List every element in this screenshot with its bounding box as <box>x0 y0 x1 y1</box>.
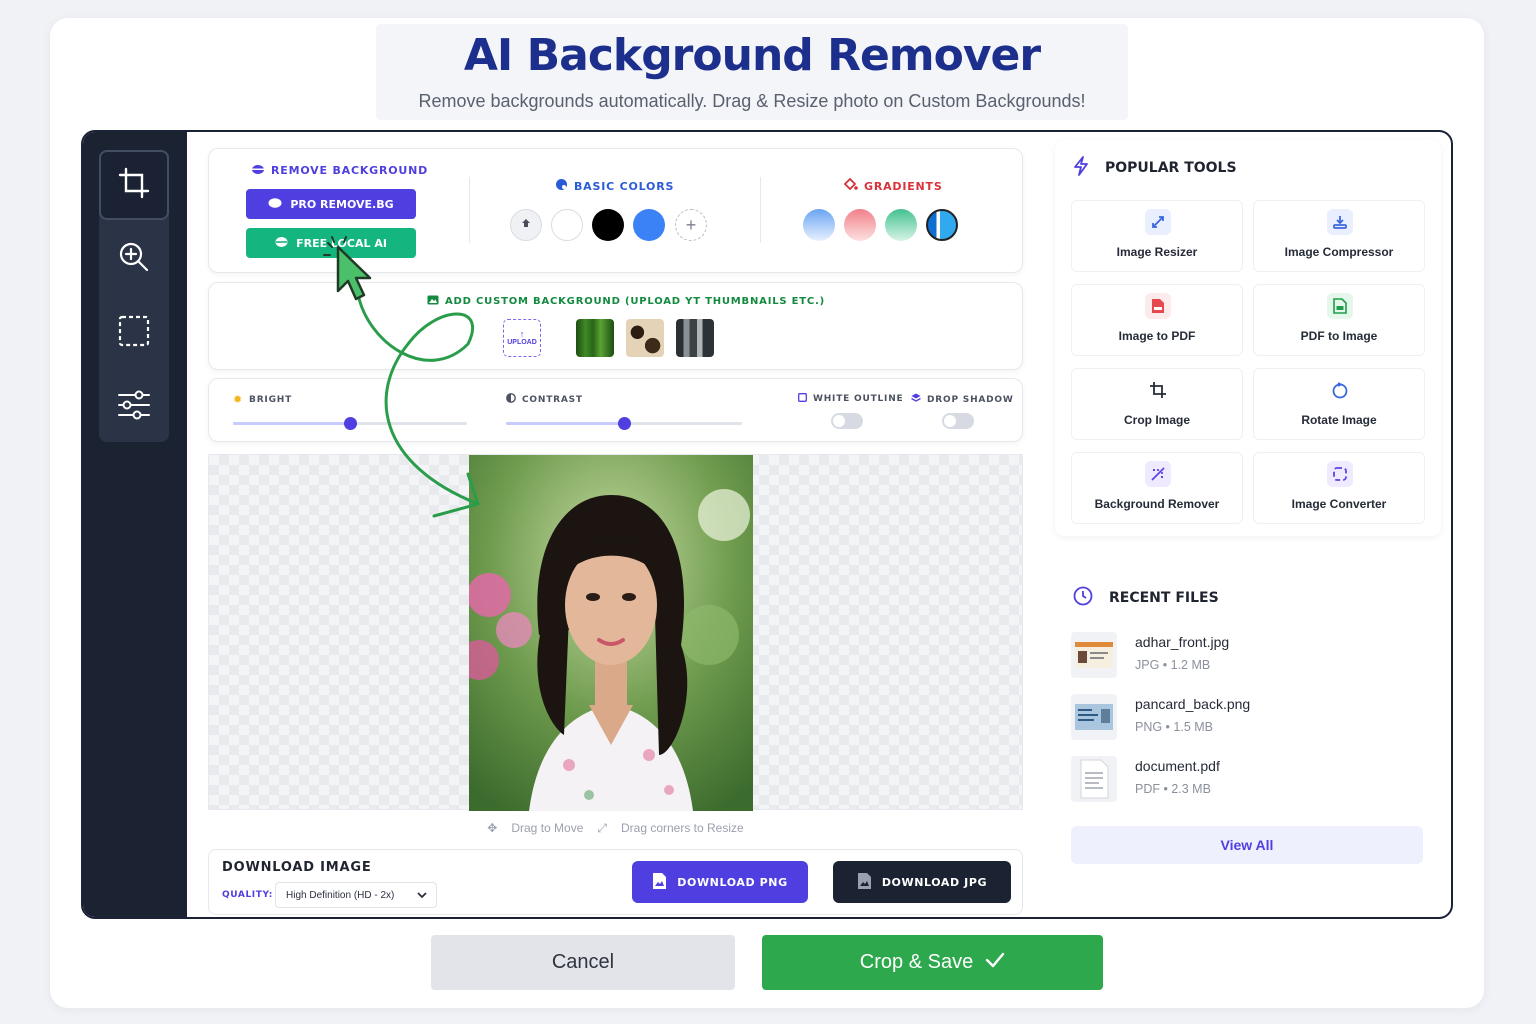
download-panel: DOWNLOAD IMAGE QUALITY: High Definition … <box>208 849 1023 915</box>
compress-icon <box>1327 209 1353 235</box>
magic-wand-icon <box>1145 461 1171 487</box>
crop-tool-button[interactable] <box>99 150 169 220</box>
file-image-icon <box>652 872 667 893</box>
sliders-icon <box>117 389 151 426</box>
swatch-transparent[interactable] <box>510 209 542 241</box>
clock-icon <box>1073 586 1093 610</box>
pro-remove-bg-button[interactable]: PRO REMOVE.BG <box>246 189 416 219</box>
resize-icon: ⤢ <box>597 820 607 835</box>
gradient-split[interactable] <box>926 209 958 241</box>
download-jpg-button[interactable]: DOWNLOAD JPG <box>833 861 1011 903</box>
lightning-icon <box>1073 156 1089 180</box>
swatch-black[interactable] <box>592 209 624 241</box>
adjust-tool-button[interactable] <box>99 372 169 442</box>
drop-shadow-label: DROP SHADOW <box>911 393 1014 406</box>
recent-file-row[interactable]: document.pdf PDF • 2.3 MB <box>1071 756 1431 808</box>
cursor-icon <box>323 236 372 301</box>
view-all-button[interactable]: View All <box>1071 826 1423 864</box>
tool-image-resizer[interactable]: Image Resizer <box>1071 200 1243 272</box>
cloud-icon <box>251 163 265 178</box>
tool-crop-image[interactable]: Crop Image <box>1071 368 1243 440</box>
gradient-red[interactable] <box>844 209 876 241</box>
file-thumbnail <box>1071 632 1117 678</box>
right-sidebar: POPULAR TOOLS Image Resizer Image Compre… <box>1051 132 1451 917</box>
zoom-tool-button[interactable] <box>99 224 169 294</box>
cloud-icon <box>268 197 282 211</box>
add-color-button[interactable]: + <box>675 209 707 241</box>
divider <box>760 177 761 243</box>
zoom-in-icon <box>118 241 150 278</box>
gradient-green[interactable] <box>885 209 917 241</box>
crop-icon <box>1145 377 1171 403</box>
file-image-icon <box>857 872 872 893</box>
quality-label: QUALITY: <box>222 890 274 900</box>
rotate-icon <box>1327 377 1353 403</box>
basic-colors-section: BASIC COLORS <box>555 178 674 194</box>
tool-image-to-pdf[interactable]: Image to PDF <box>1071 284 1243 356</box>
crop-icon <box>117 166 151 205</box>
portrait-photo[interactable] <box>469 455 753 811</box>
gradient-blue[interactable] <box>803 209 835 241</box>
checkmark-icon <box>985 951 1005 974</box>
tool-rotate-image[interactable]: Rotate Image <box>1253 368 1425 440</box>
palette-icon <box>555 178 568 194</box>
bright-label: ✹ BRIGHT <box>233 393 293 406</box>
contrast-slider[interactable] <box>506 417 742 430</box>
contrast-slider-knob[interactable] <box>618 417 631 430</box>
download-title: DOWNLOAD IMAGE <box>222 860 372 875</box>
crop-save-button[interactable]: Crop & Save <box>762 935 1103 990</box>
recent-files-title: RECENT FILES <box>1073 586 1219 610</box>
recent-file-row[interactable]: adhar_front.jpg JPG • 1.2 MB <box>1071 632 1431 684</box>
quality-select[interactable]: High Definition (HD - 2x) <box>275 882 437 908</box>
page-title: AI Background Remover <box>463 30 1041 81</box>
background-thumb-city[interactable] <box>676 319 714 357</box>
header: AI Background Remover Remove backgrounds… <box>376 24 1128 120</box>
tool-sidebar <box>83 132 187 917</box>
popular-tools-title: POPULAR TOOLS <box>1073 156 1237 180</box>
canvas-hints: ✥ Drag to Move ⤢ Drag corners to Resize <box>487 820 744 836</box>
contrast-icon <box>506 393 516 406</box>
resize-icon <box>1145 209 1171 235</box>
layers-icon <box>911 393 921 406</box>
paint-bucket-icon <box>843 177 858 194</box>
page-subtitle: Remove backgrounds automatically. Drag &… <box>418 91 1086 111</box>
white-outline-toggle[interactable] <box>831 413 863 429</box>
contrast-slider-fill <box>506 422 624 425</box>
plus-icon: + <box>685 214 697 235</box>
chip-icon <box>275 236 288 251</box>
convert-icon <box>1327 461 1353 487</box>
editor-window: REMOVE BACKGROUND PRO REMOVE.BG FREE LOC… <box>81 130 1453 919</box>
white-outline-label: WHITE OUTLINE <box>798 393 904 405</box>
select-tool-button[interactable] <box>99 298 169 368</box>
sun-icon: ✹ <box>233 393 244 406</box>
gradients-section: GRADIENTS <box>843 177 943 194</box>
transparent-icon <box>520 216 532 234</box>
cancel-button[interactable]: Cancel <box>431 935 735 990</box>
chevron-down-icon <box>416 889 428 904</box>
upload-background-button[interactable]: ↑ UPLOAD <box>503 319 541 357</box>
image-file-icon <box>1327 293 1353 319</box>
tool-background-remover[interactable]: Background Remover <box>1071 452 1243 524</box>
pdf-file-icon <box>1145 293 1171 319</box>
move-icon: ✥ <box>487 821 498 835</box>
upload-icon: ↑ <box>519 329 525 339</box>
selection-icon <box>118 315 150 352</box>
drop-shadow-toggle[interactable] <box>942 413 974 429</box>
background-thumb-bamboo[interactable] <box>576 319 614 357</box>
file-thumbnail <box>1071 694 1117 740</box>
file-thumbnail <box>1071 756 1117 802</box>
swatch-white[interactable] <box>551 209 583 241</box>
tool-rail <box>99 150 169 442</box>
tool-image-converter[interactable]: Image Converter <box>1253 452 1425 524</box>
download-png-button[interactable]: DOWNLOAD PNG <box>632 861 808 903</box>
remove-bg-section: REMOVE BACKGROUND <box>251 163 428 178</box>
contrast-label: CONTRAST <box>506 393 583 406</box>
swatch-blue[interactable] <box>633 209 665 241</box>
recent-file-row[interactable]: pancard_back.png PNG • 1.5 MB <box>1071 694 1431 746</box>
square-outline-icon <box>798 393 807 405</box>
background-thumb-pattern[interactable] <box>626 319 664 357</box>
tool-image-compressor[interactable]: Image Compressor <box>1253 200 1425 272</box>
tool-pdf-to-image[interactable]: PDF to Image <box>1253 284 1425 356</box>
